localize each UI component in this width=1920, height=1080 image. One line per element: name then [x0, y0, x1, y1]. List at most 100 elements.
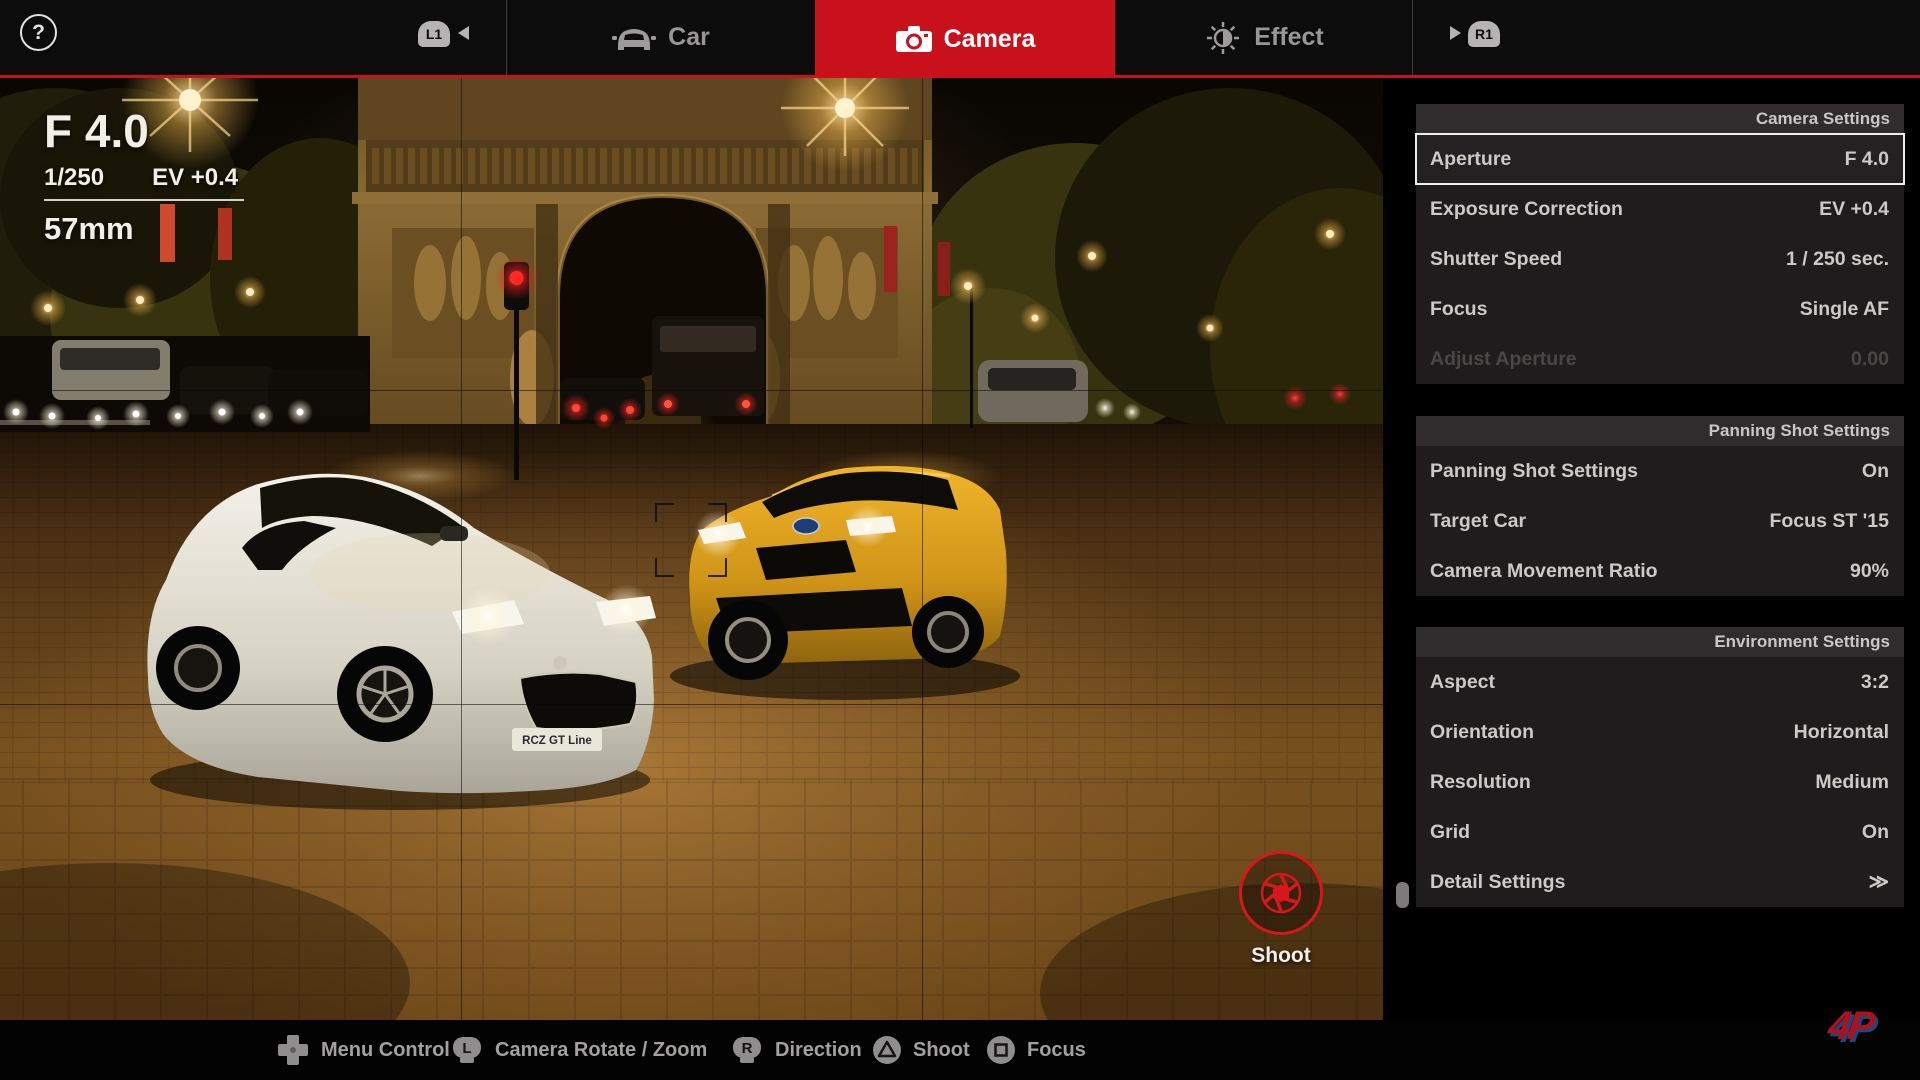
focus-bracket: [655, 503, 727, 577]
hint-label: Menu Control: [321, 1038, 450, 1061]
setting-value: Horizontal: [1793, 720, 1889, 743]
setting-value: Medium: [1815, 770, 1889, 793]
setting-label: Aspect: [1430, 670, 1496, 693]
grid-line-horizontal-1: [0, 390, 1383, 391]
hint-label: Direction: [775, 1038, 862, 1061]
license-plate: RCZ GT Line: [522, 735, 592, 747]
l-stick-icon: L: [453, 1037, 481, 1063]
tab-car[interactable]: Car: [506, 0, 815, 75]
setting-value: Single AF: [1799, 297, 1889, 320]
r1-button[interactable]: R1: [1468, 21, 1500, 47]
setting-label: Panning Shot Settings: [1430, 459, 1638, 482]
setting-value: On: [1861, 459, 1889, 482]
panel-title: Environment Settings: [1416, 627, 1904, 657]
setting-value: 1 / 250 sec.: [1785, 247, 1889, 270]
setting-value: 3:2: [1860, 670, 1889, 693]
controller-hint-bar: Menu Control L Camera Rotate / Zoom R Di…: [0, 1020, 1920, 1080]
tab-effect[interactable]: Effect: [1115, 0, 1412, 75]
shoot-button-label: Shoot: [1251, 944, 1311, 967]
setting-label: Detail Settings: [1430, 870, 1566, 893]
r1-label: R1: [1475, 26, 1493, 42]
tab-camera[interactable]: Camera: [815, 0, 1115, 78]
panning-shot-settings-panel: Panning Shot Settings Panning Shot Setti…: [1416, 416, 1904, 596]
shoot-button[interactable]: [1239, 851, 1323, 935]
photo-mode-screen: RCZ GT Line F 4.0 1/250 EV +0.4 57mm Sho…: [0, 0, 1920, 1080]
setting-row-camera-movement-ratio[interactable]: Camera Movement Ratio 90%: [1416, 546, 1904, 596]
setting-value: 0.00: [1851, 347, 1889, 370]
hint-label: Focus: [1027, 1038, 1086, 1061]
help-button[interactable]: ?: [20, 14, 57, 51]
effect-icon: [1207, 21, 1240, 54]
setting-value: Focus ST '15: [1769, 509, 1889, 532]
setting-row-grid[interactable]: Grid On: [1416, 807, 1904, 857]
setting-row-orientation[interactable]: Orientation Horizontal: [1416, 707, 1904, 757]
hint-direction: R Direction: [730, 1020, 862, 1080]
setting-value: F 4.0: [1844, 147, 1889, 170]
help-icon: ?: [32, 20, 45, 44]
square-button-icon: [987, 1036, 1015, 1064]
setting-row-panning-shot[interactable]: Panning Shot Settings On: [1416, 446, 1904, 496]
l1-button[interactable]: L1: [418, 21, 450, 47]
4players-logo: 4P: [1824, 1004, 1916, 1058]
hint-label: Camera Rotate / Zoom: [495, 1038, 708, 1061]
setting-label: Focus: [1430, 297, 1488, 320]
setting-label: Exposure Correction: [1430, 197, 1623, 220]
l1-label: L1: [425, 26, 443, 42]
setting-label: Grid: [1430, 820, 1471, 843]
triangle-button-icon: [873, 1036, 901, 1064]
setting-row-resolution[interactable]: Resolution Medium: [1416, 757, 1904, 807]
setting-label: Orientation: [1430, 720, 1535, 743]
setting-row-aspect[interactable]: Aspect 3:2: [1416, 657, 1904, 707]
top-tab-bar: ? L1 Car Camera Effect R1: [0, 0, 1920, 78]
shutter-readout: 1/250: [44, 164, 105, 191]
environment-settings-panel: Environment Settings Aspect 3:2 Orientat…: [1416, 627, 1904, 907]
setting-label: Resolution: [1430, 770, 1531, 793]
tab-camera-label: Camera: [943, 24, 1036, 53]
setting-label: Adjust Aperture: [1430, 347, 1577, 370]
dpad-icon: [278, 1035, 308, 1065]
hint-label: Shoot: [913, 1038, 970, 1061]
panel-title: Camera Settings: [1416, 104, 1904, 134]
hint-camera-rotate-zoom: L Camera Rotate / Zoom: [450, 1020, 707, 1080]
hint-shoot: Shoot: [872, 1020, 970, 1080]
grid-line-vertical-2: [922, 78, 923, 1020]
car-icon: [612, 28, 657, 50]
readout-divider: [44, 199, 244, 201]
setting-label: Shutter Speed: [1430, 247, 1563, 270]
tab-divider-right: [1412, 0, 1413, 75]
setting-row-detail-settings[interactable]: Detail Settings ≫: [1416, 857, 1904, 907]
tab-effect-label: Effect: [1254, 23, 1324, 51]
traffic-left: [0, 336, 370, 432]
setting-row-adjust-aperture: Adjust Aperture 0.00: [1416, 334, 1904, 384]
hint-menu-control: Menu Control: [276, 1020, 450, 1080]
setting-value: EV +0.4: [1819, 197, 1889, 220]
ev-readout: EV +0.4: [152, 164, 239, 191]
setting-row-target-car[interactable]: Target Car Focus ST '15: [1416, 496, 1904, 546]
svg-text:R: R: [742, 1040, 753, 1057]
hint-focus: Focus: [986, 1020, 1086, 1080]
grid-line-horizontal-2: [0, 704, 1383, 705]
focal-length-readout: 57mm: [44, 211, 134, 246]
setting-value: 90%: [1849, 559, 1889, 582]
camera-settings-panel: Camera Settings Aperture F 4.0 Exposure …: [1415, 104, 1905, 384]
aperture-readout: F 4.0: [44, 105, 149, 157]
setting-label: Target Car: [1430, 509, 1527, 532]
setting-label: Camera Movement Ratio: [1430, 559, 1658, 582]
aperture-shutter-icon: [1260, 872, 1302, 914]
setting-row-shutter-speed[interactable]: Shutter Speed 1 / 250 sec.: [1416, 234, 1904, 284]
chevron-right-icon: ≫: [1868, 871, 1889, 893]
panel-title: Panning Shot Settings: [1416, 416, 1904, 446]
setting-row-aperture[interactable]: Aperture F 4.0: [1415, 133, 1905, 185]
setting-row-exposure-correction[interactable]: Exposure Correction EV +0.4: [1416, 184, 1904, 234]
viewfinder-readouts: F 4.0 1/250 EV +0.4 57mm: [44, 106, 244, 247]
settings-scrollbar-thumb[interactable]: [1396, 882, 1409, 908]
tab-car-label: Car: [668, 23, 710, 51]
setting-label: Aperture: [1430, 147, 1512, 170]
grid-line-vertical-1: [461, 78, 462, 1020]
4players-logo-text: 4P: [1825, 1004, 1875, 1048]
next-tab-arrow-icon[interactable]: [1450, 26, 1461, 40]
setting-value: On: [1861, 820, 1889, 843]
setting-row-focus[interactable]: Focus Single AF: [1416, 284, 1904, 334]
prev-tab-arrow-icon[interactable]: [458, 26, 469, 40]
camera-icon: [895, 26, 932, 52]
